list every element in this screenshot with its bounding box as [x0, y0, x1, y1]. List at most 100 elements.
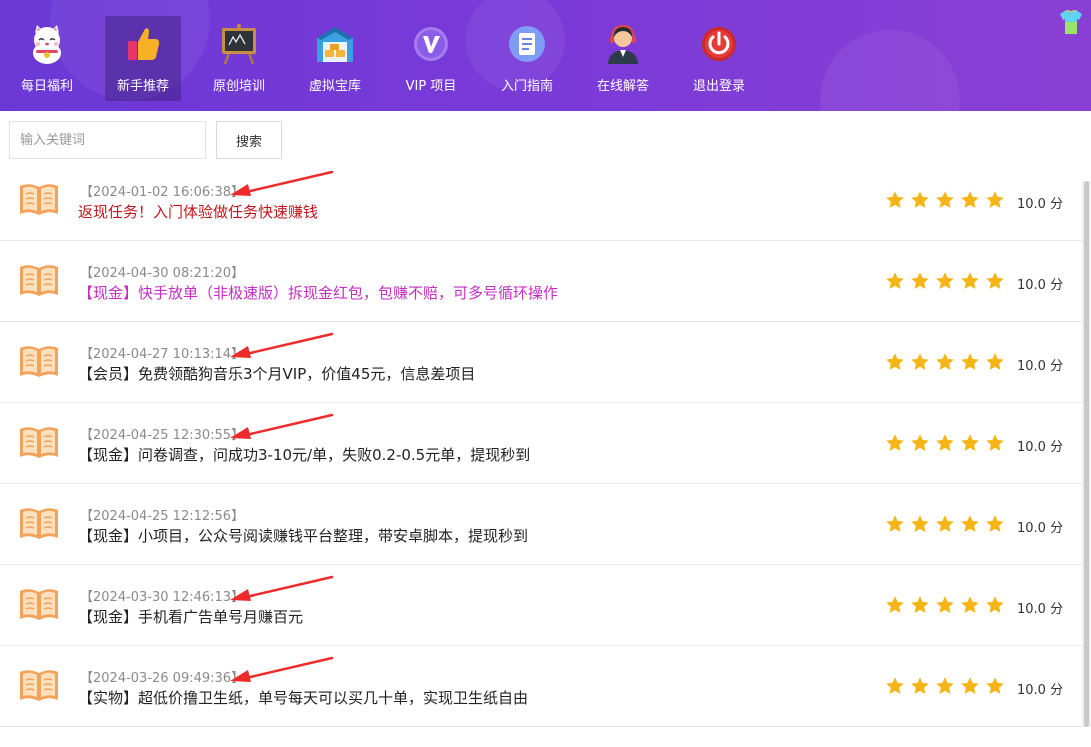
- item-title[interactable]: 【现金】手机看广告单号月赚百元: [78, 606, 303, 627]
- star-icon: [885, 676, 905, 700]
- star-icon: [960, 190, 980, 214]
- star-icon: [985, 433, 1005, 457]
- book-icon: [18, 424, 60, 460]
- star-icon: [885, 595, 905, 619]
- item-timestamp: 【2024-04-27 10:13:14】: [80, 347, 245, 362]
- nav-label: 原创培训: [212, 79, 265, 94]
- power-icon: [697, 22, 741, 66]
- star-icon: [885, 271, 905, 295]
- star-icon: [935, 433, 955, 457]
- search-button[interactable]: 搜索: [216, 121, 282, 159]
- star-icon: [985, 676, 1005, 700]
- star-icon: [935, 676, 955, 700]
- item-title[interactable]: 【实物】超低价撸卫生纸，单号每天可以买几十单，实现卫生纸自由: [78, 687, 528, 708]
- item-title[interactable]: 【会员】免费领酷狗音乐3个月VIP，价值45元，信息差项目: [78, 363, 475, 384]
- list-item[interactable]: 【2024-01-02 16:06:38】 返现任务！入门体验做任务快速赚钱 1…: [0, 160, 1082, 241]
- list-item[interactable]: 【2024-03-26 09:49:36】 【实物】超低价撸卫生纸，单号每天可以…: [0, 646, 1082, 727]
- rating-stars: [885, 352, 1005, 376]
- item-timestamp: 【2024-04-25 12:12:56】: [80, 509, 245, 524]
- list-item[interactable]: 【2024-04-25 12:12:56】 【现金】小项目，公众号阅读赚钱平台整…: [0, 484, 1082, 565]
- star-icon: [935, 190, 955, 214]
- rating-stars: [885, 676, 1005, 700]
- nav-item-virtual-treasury[interactable]: 虚拟宝库: [297, 16, 373, 101]
- red-arrow-annotation: [228, 170, 338, 198]
- item-score: 10.0 分: [1017, 521, 1064, 536]
- star-icon: [985, 514, 1005, 538]
- star-icon: [910, 514, 930, 538]
- nav-item-logout[interactable]: 退出登录: [681, 16, 757, 101]
- warehouse-icon: [313, 22, 357, 66]
- vip-icon: [409, 22, 453, 66]
- item-title[interactable]: 【现金】问卷调查，问成功3-10元/单，失败0.2-0.5元单，提现秒到: [78, 444, 530, 465]
- nav-item-vip-project[interactable]: VIP 项目: [393, 16, 469, 101]
- scrollbar-thumb[interactable]: [1084, 181, 1089, 727]
- star-icon: [910, 433, 930, 457]
- star-icon: [960, 676, 980, 700]
- list-item[interactable]: 【2024-04-30 08:21:20】 【现金】快手放单（非极速版）拆现金红…: [0, 241, 1082, 322]
- star-icon: [960, 514, 980, 538]
- book-icon: [18, 343, 60, 379]
- thumbs-up-icon: [121, 22, 165, 66]
- nav-label: VIP 项目: [405, 79, 457, 94]
- red-arrow-annotation: [228, 656, 338, 684]
- star-icon: [935, 514, 955, 538]
- list-item[interactable]: 【2024-04-27 10:13:14】 【会员】免费领酷狗音乐3个月VIP，…: [0, 322, 1082, 403]
- nav-item-online-answers[interactable]: 在线解答: [585, 16, 661, 101]
- item-timestamp: 【2024-04-25 12:30:55】: [80, 428, 245, 443]
- book-icon: [18, 586, 60, 622]
- search-input[interactable]: [9, 121, 206, 159]
- list-item[interactable]: 【2024-04-25 12:30:55】 【现金】问卷调查，问成功3-10元/…: [0, 403, 1082, 484]
- document-icon: [505, 22, 549, 66]
- search-bar: 搜索: [9, 121, 282, 159]
- nav-item-original-training[interactable]: 原创培训: [201, 16, 277, 101]
- item-title[interactable]: 返现任务！入门体验做任务快速赚钱: [78, 201, 318, 222]
- star-icon: [985, 271, 1005, 295]
- scrollbar[interactable]: [1082, 181, 1091, 727]
- nav-item-getting-started[interactable]: 入门指南: [489, 16, 565, 101]
- nav-label: 每日福利: [20, 79, 73, 94]
- shirt-icon[interactable]: [1057, 8, 1085, 36]
- red-arrow-annotation: [228, 413, 338, 441]
- item-timestamp: 【2024-01-02 16:06:38】: [80, 185, 245, 200]
- item-title[interactable]: 【现金】快手放单（非极速版）拆现金红包，包赚不赔，可多号循环操作: [78, 282, 558, 303]
- star-icon: [960, 352, 980, 376]
- star-icon: [885, 433, 905, 457]
- star-icon: [910, 595, 930, 619]
- star-icon: [910, 676, 930, 700]
- book-icon: [18, 505, 60, 541]
- star-icon: [885, 352, 905, 376]
- nav-item-newbie-recommend[interactable]: 新手推荐: [105, 16, 181, 101]
- star-icon: [910, 271, 930, 295]
- rating-stars: [885, 190, 1005, 214]
- rating-stars: [885, 595, 1005, 619]
- star-icon: [910, 352, 930, 376]
- book-icon: [18, 262, 60, 298]
- red-arrow-annotation: [228, 575, 338, 603]
- item-timestamp: 【2024-03-26 09:49:36】: [80, 671, 245, 686]
- star-icon: [985, 190, 1005, 214]
- star-icon: [960, 595, 980, 619]
- nav-label: 退出登录: [692, 79, 745, 94]
- rating-stars: [885, 433, 1005, 457]
- rating-stars: [885, 271, 1005, 295]
- star-icon: [935, 352, 955, 376]
- item-score: 10.0 分: [1017, 602, 1064, 617]
- list-item[interactable]: 【2024-03-30 12:46:13】 【现金】手机看广告单号月赚百元 10…: [0, 565, 1082, 646]
- star-icon: [985, 595, 1005, 619]
- item-timestamp: 【2024-03-30 12:46:13】: [80, 590, 245, 605]
- item-title[interactable]: 【现金】小项目，公众号阅读赚钱平台整理，带安卓脚本，提现秒到: [78, 525, 528, 546]
- nav-label: 在线解答: [596, 79, 649, 94]
- star-icon: [935, 595, 955, 619]
- item-score: 10.0 分: [1017, 197, 1064, 212]
- item-score: 10.0 分: [1017, 440, 1064, 455]
- item-timestamp: 【2024-04-30 08:21:20】: [80, 266, 245, 281]
- star-icon: [985, 352, 1005, 376]
- star-icon: [885, 190, 905, 214]
- star-icon: [935, 271, 955, 295]
- star-icon: [960, 433, 980, 457]
- article-list: 【2024-01-02 16:06:38】 返现任务！入门体验做任务快速赚钱 1…: [0, 160, 1082, 727]
- nav-label: 虚拟宝库: [308, 79, 361, 94]
- nav-item-daily-welfare[interactable]: 每日福利: [9, 16, 85, 101]
- star-icon: [960, 271, 980, 295]
- nav-label: 入门指南: [500, 79, 553, 94]
